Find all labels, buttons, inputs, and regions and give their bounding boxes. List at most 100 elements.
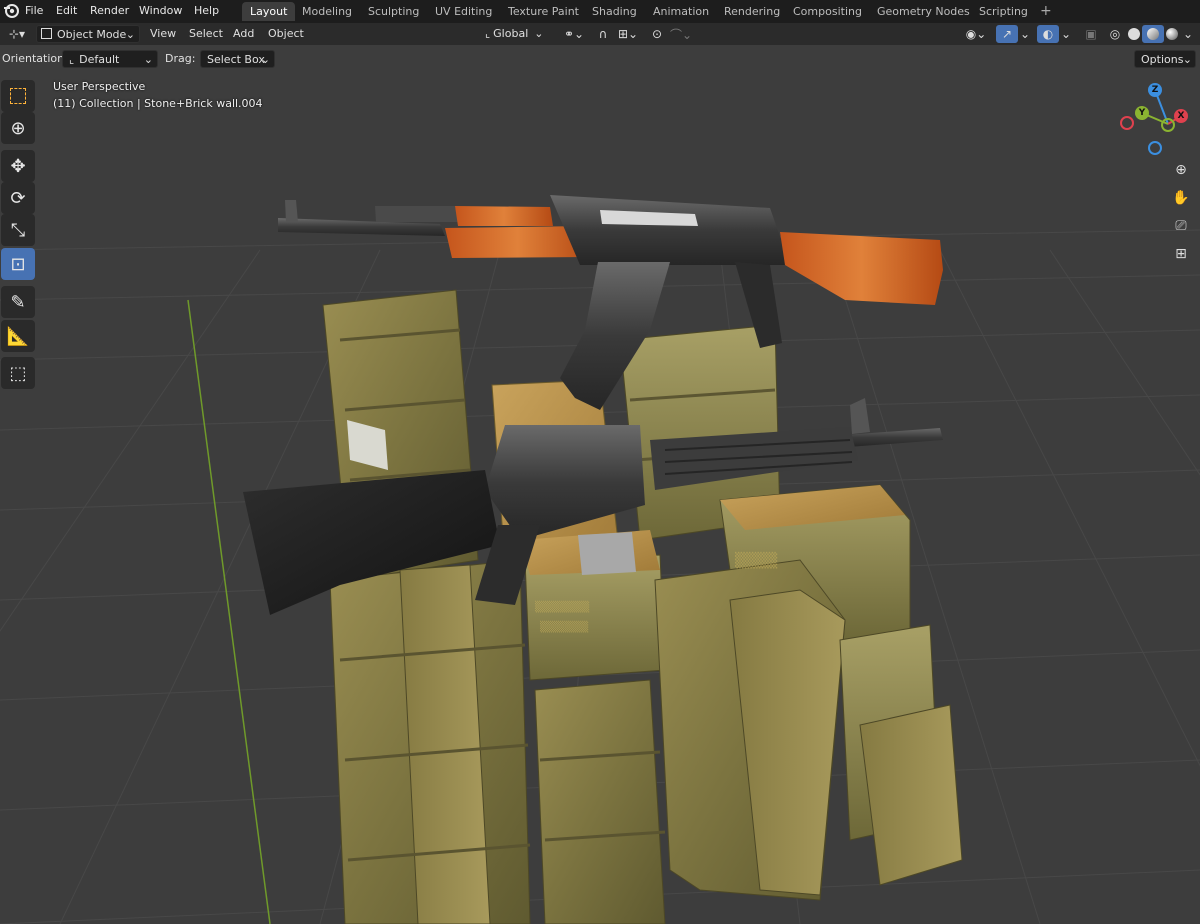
annotate-tool[interactable]: ✎ [1,286,35,318]
pivot-point-button[interactable]: ⚭⌄ [559,25,589,43]
rotate-tool[interactable]: ⟳ [1,182,35,214]
material-sphere-icon [1147,28,1159,40]
overlay-toggle[interactable]: ◐ [1037,25,1059,43]
gizmo-icon: ↗ [1001,27,1013,41]
transform-tool[interactable]: ⊡ [1,248,35,280]
tab-animation[interactable]: Animation [645,2,717,21]
view-name-label: User Perspective [53,80,146,93]
orientation-axes-icon: ⌞ [69,53,75,66]
xray-toggle[interactable]: ▣ [1080,25,1102,43]
gizmo-x-axis[interactable]: X [1174,109,1188,123]
snap-target-button[interactable]: ⊞⌄ [614,25,642,43]
camera-icon: ⎚ [1175,218,1187,234]
mode-label: Object Mode [57,28,127,41]
zoom-button[interactable]: ⊕ [1169,158,1193,182]
tab-compositing[interactable]: Compositing [785,2,870,21]
chevron-down-icon: ⌄ [1182,53,1192,66]
cursor-icon: ⊕ [10,117,26,139]
snap-toggle[interactable]: ∩ [592,25,614,43]
measure-tool[interactable]: 📐 [1,320,35,352]
add-cube-tool[interactable]: ⬚ [1,357,35,389]
tab-modeling[interactable]: Modeling [294,2,360,21]
drag-dropdown[interactable]: Select Box ⌄ [200,50,275,68]
drag-value: Select Box [207,53,265,66]
viewport-header: ⊹▾ Object Mode ⌄ View Select Add Object ⌞… [0,23,1200,45]
tab-geometry-nodes[interactable]: Geometry Nodes [869,2,978,21]
crate-far-right[interactable] [839,624,963,886]
measure-icon: 📐 [6,325,30,347]
rendered-sphere-icon [1166,28,1178,40]
snap-grid-icon: ⊞⌄ [617,27,639,41]
gizmo-y-axis[interactable]: Y [1135,106,1149,120]
select-menu[interactable]: Select [189,27,223,40]
add-menu[interactable]: Add [233,27,254,40]
3d-viewport[interactable]: ▒▒▒▒▒▒▒▒▒ ▒▒▒▒▒▒▒▒ ▒▒▒▒▒ [0,70,1200,924]
visibility-dropdown[interactable]: ◉⌄ [960,25,992,43]
annotate-icon: ✎ [10,291,26,313]
orientation-dropdown[interactable]: ⌞ Default ⌄ [62,50,158,68]
gizmo-dropdown[interactable]: ⌄ [1018,25,1032,43]
menu-file[interactable]: File [25,4,43,17]
navigation-gizmo[interactable]: Z X Y [1115,80,1197,160]
y-axis-line [187,299,271,924]
stencil-text-2: ▒▒▒▒▒▒▒▒ [540,620,589,633]
tab-rendering[interactable]: Rendering [716,2,788,21]
transform-orientation-dropdown[interactable]: ⌞ Global ⌄ [481,25,553,43]
tab-uv-editing[interactable]: UV Editing [427,2,500,21]
add-workspace-button[interactable]: + [1032,2,1060,21]
magnet-icon: ∩ [598,27,608,41]
stencil-text-3: ▒▒▒▒▒ [735,551,778,569]
chevron-down-icon: ⌄ [260,53,270,66]
3d-viewport-icon: ⊹▾ [8,27,26,41]
pan-button[interactable]: ✋ [1169,186,1193,210]
blender-logo-icon[interactable] [3,3,19,19]
tab-scripting[interactable]: Scripting [971,2,1036,21]
options-dropdown[interactable]: Options ⌄ [1134,50,1196,68]
tab-sculpting[interactable]: Sculpting [360,2,427,21]
mode-dropdown[interactable]: Object Mode ⌄ [36,25,140,43]
ortho-toggle-button[interactable]: ⊞ [1169,242,1193,266]
proportional-falloff-button[interactable]: ⌒⌄ [668,25,694,43]
crate-right-standing[interactable] [654,559,846,901]
xray-icon: ▣ [1085,27,1097,41]
scale-tool[interactable]: ⤡ [1,214,35,246]
editor-type-button[interactable]: ⊹▾ [3,25,31,43]
chevron-down-icon: ⌄ [1182,27,1194,41]
shading-dropdown[interactable]: ⌄ [1180,25,1196,43]
crate-middle[interactable] [520,530,666,924]
move-tool[interactable]: ✥ [1,150,35,182]
eye-icon: ◉⌄ [965,27,987,41]
collection-info-label: (11) Collection | Stone+Brick wall.004 [53,97,263,110]
cursor-tool[interactable]: ⊕ [1,112,35,144]
move-icon: ✥ [10,155,26,177]
gizmo-neg-z-axis[interactable] [1148,141,1162,155]
gizmo-neg-y-axis[interactable] [1161,118,1175,132]
hand-pan-icon: ✋ [1172,190,1190,206]
tool-settings-bar: Orientation: ⌞ Default ⌄ Drag: Select Box ⌄… [0,48,1200,70]
select-box-tool[interactable] [1,80,35,112]
orientation-label: Orientation: [2,52,68,65]
add-cube-icon: ⬚ [9,362,27,384]
falloff-curve-icon: ⌒⌄ [669,27,693,42]
link-icon: ⚭⌄ [563,27,585,41]
chevron-down-icon: ⌄ [1019,27,1031,41]
scale-icon: ⤡ [10,219,26,241]
menu-edit[interactable]: Edit [56,4,77,17]
camera-view-button[interactable]: ⎚ [1169,214,1193,238]
tab-texture-paint[interactable]: Texture Paint [500,2,587,21]
gizmo-neg-x-axis[interactable] [1120,116,1134,130]
proportional-edit-toggle[interactable]: ⊙ [646,25,668,43]
overlay-dropdown[interactable]: ⌄ [1059,25,1073,43]
menu-window[interactable]: Window [139,4,182,17]
object-menu[interactable]: Object [268,27,304,40]
view-menu[interactable]: View [150,27,176,40]
tab-shading[interactable]: Shading [584,2,645,21]
gizmo-z-axis[interactable]: Z [1148,83,1162,97]
wireframe-sphere-icon: ◎ [1109,27,1121,41]
tab-layout[interactable]: Layout [242,2,296,21]
menu-help[interactable]: Help [194,4,219,17]
menu-render[interactable]: Render [90,4,129,17]
gizmo-toggle[interactable]: ↗ [996,25,1018,43]
crate-front-large[interactable] [329,559,531,924]
zoom-icon: ⊕ [1175,162,1187,178]
